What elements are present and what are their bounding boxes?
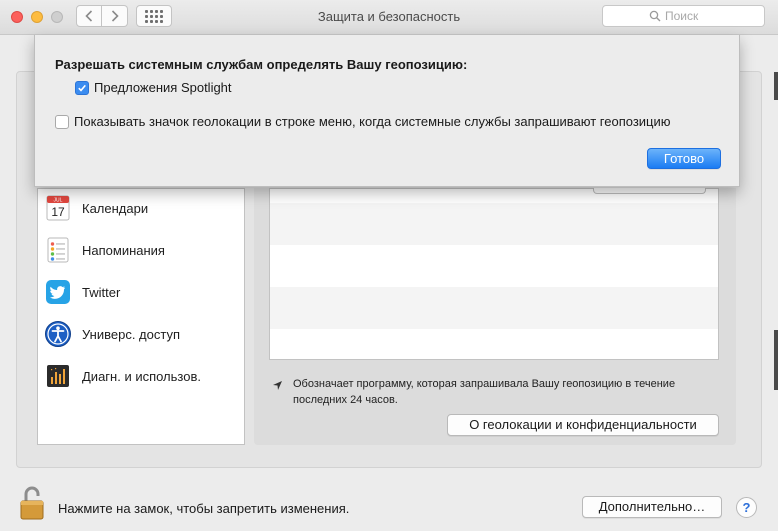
calendar-icon: JUL 17 (46, 195, 70, 221)
option-label: Показывать значок геолокации в строке ме… (74, 114, 671, 129)
back-button[interactable] (76, 5, 102, 27)
show-all-grid-icon (145, 9, 163, 23)
hidden-details-button[interactable] (593, 188, 706, 194)
list-item-calendars[interactable]: JUL 17 Календари (44, 192, 240, 224)
forward-button[interactable] (102, 5, 128, 27)
list-item-label: Напоминания (82, 242, 165, 258)
window-titlebar: Защита и безопасность Поиск (0, 0, 778, 35)
search-placeholder: Поиск (665, 9, 699, 23)
location-apps-table[interactable] (269, 188, 719, 360)
about-location-privacy-button[interactable]: О геолокации и конфиденциальности (447, 414, 719, 436)
help-button[interactable]: ? (736, 497, 757, 518)
reminders-icon (47, 237, 69, 263)
chevron-right-icon (111, 10, 119, 22)
advanced-button[interactable]: Дополнительно… (582, 496, 722, 518)
checkmark-icon (78, 84, 86, 92)
lock-icon[interactable] (18, 485, 46, 521)
option-spotlight[interactable]: Предложения Spotlight (75, 80, 232, 95)
location-arrow-icon (273, 381, 282, 390)
show-all-button[interactable] (136, 5, 172, 27)
list-item-accessibility[interactable]: Универс. доступ (44, 318, 240, 350)
calendar-day: 17 (51, 205, 65, 219)
list-item-label: Универс. доступ (82, 326, 181, 342)
twitter-icon (46, 280, 70, 304)
zoom-window-button[interactable] (51, 11, 63, 23)
list-item-label: Календари (82, 200, 149, 216)
sheet-heading: Разрешать системным службам определять В… (55, 57, 468, 72)
option-menu-bar-icon[interactable]: Показывать значок геолокации в строке ме… (55, 114, 671, 129)
list-item-twitter[interactable]: Twitter (44, 276, 240, 308)
table-row (270, 203, 718, 245)
accessibility-icon (45, 321, 71, 347)
location-legend-text: Обозначает программу, которая запрашивал… (293, 378, 676, 406)
search-icon (649, 10, 661, 22)
list-item-reminders[interactable]: Напоминания (44, 234, 240, 266)
spotlight-checkbox[interactable] (75, 80, 89, 95)
done-button[interactable]: Готово (647, 148, 721, 169)
search-field[interactable]: Поиск (602, 5, 765, 27)
table-row (270, 287, 718, 329)
app-list[interactable]: JUL 17 Календари Напоминания Twitter Уни… (37, 188, 245, 445)
minimize-window-button[interactable] (31, 11, 43, 23)
option-label: Предложения Spotlight (94, 80, 232, 95)
background-edge (774, 72, 778, 100)
list-item-label: Twitter (82, 284, 121, 300)
close-window-button[interactable] (11, 11, 23, 23)
navigation-buttons (76, 5, 128, 27)
system-services-sheet: Разрешать системным службам определять В… (34, 35, 740, 187)
menu-bar-icon-checkbox[interactable] (55, 114, 69, 129)
list-item-diagnostics[interactable]: Диагн. и использов. (44, 360, 240, 392)
background-edge (774, 330, 778, 390)
svg-text:JUL: JUL (54, 198, 63, 204)
window-title: Защита и безопасность (317, 9, 461, 24)
table-row (270, 329, 718, 359)
list-item-label: Диагн. и использов. (82, 368, 201, 384)
diagnostics-icon (47, 365, 69, 387)
table-row (270, 245, 718, 287)
chevron-left-icon (85, 10, 93, 22)
lock-message: Нажмите на замок, чтобы запретить измене… (58, 501, 350, 516)
